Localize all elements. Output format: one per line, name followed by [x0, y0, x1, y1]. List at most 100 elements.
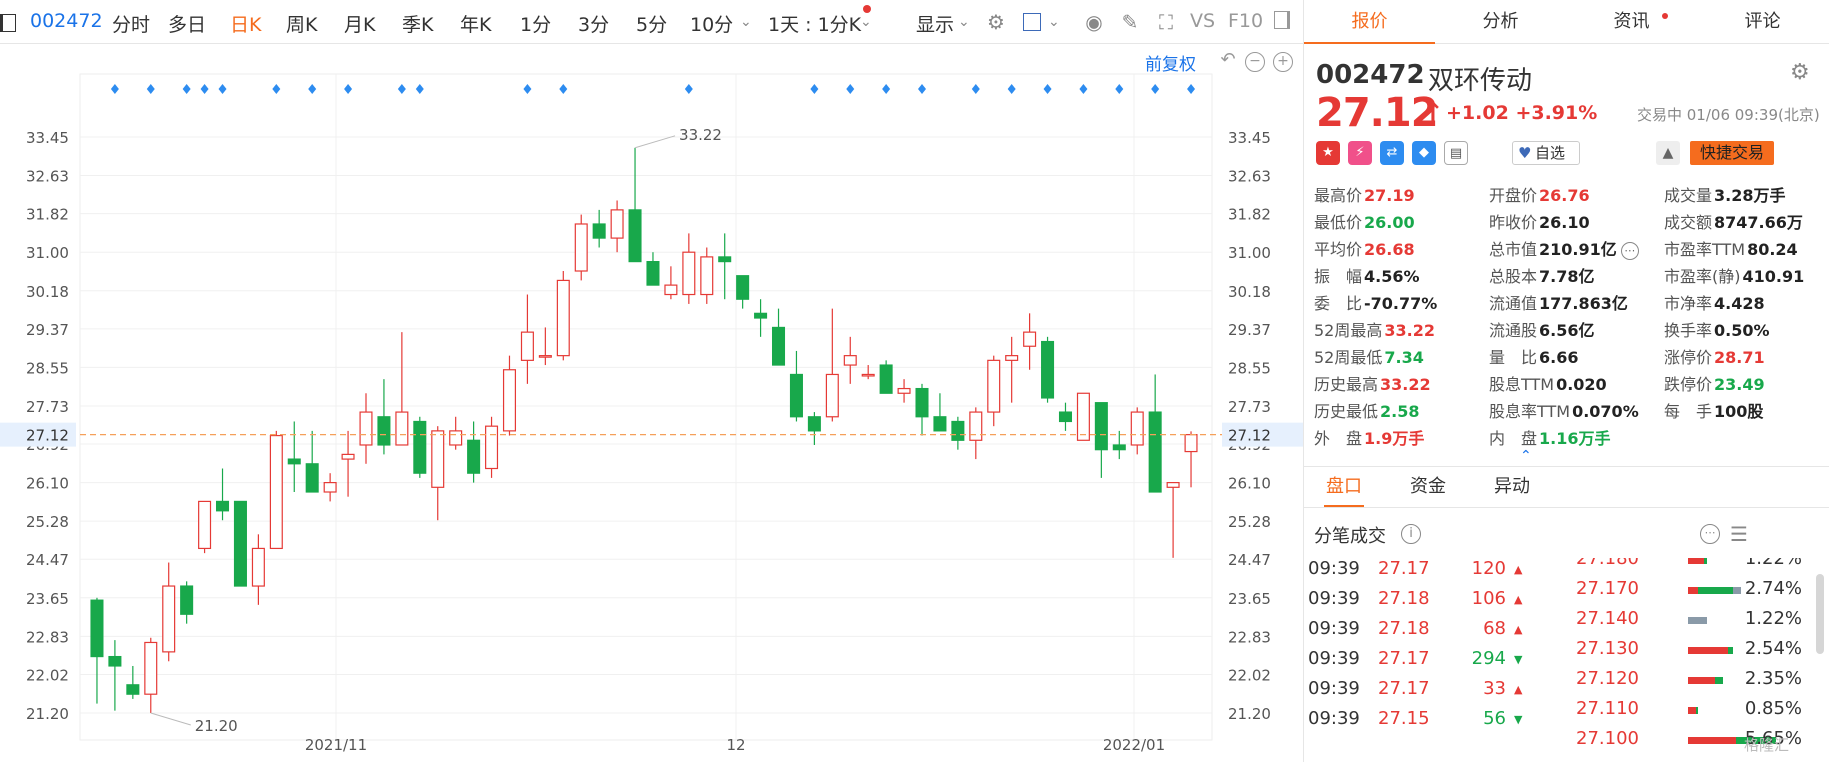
- candle-down: [90, 599, 104, 658]
- watermark-logo: 格隆汇: [1744, 736, 1790, 754]
- y-tick-label-left: 33.45: [26, 129, 69, 147]
- dist-bar: [1688, 558, 1708, 564]
- chevron-down-icon[interactable]: ⌄: [958, 14, 970, 30]
- y-tick-label-left: 22.83: [26, 628, 69, 646]
- chevron-down-icon[interactable]: ⌄: [860, 14, 872, 30]
- pencil-icon[interactable]: ✎: [1118, 10, 1142, 34]
- subtab-alerts[interactable]: 异动: [1494, 467, 1530, 507]
- settings-gear-icon[interactable]: ⚙: [984, 10, 1008, 34]
- candle-up: [987, 359, 1001, 413]
- stock-code-label[interactable]: 002472: [30, 10, 103, 32]
- tab-10min[interactable]: 10分: [690, 10, 733, 37]
- scrollbar[interactable]: [1816, 574, 1824, 654]
- candle-down: [1058, 411, 1073, 423]
- kline-chart[interactable]: 33.45 33.45 32.63 32.63 31.82 31.82 31.00 31.00…: [0, 44, 1303, 762]
- candle-up: [269, 434, 283, 550]
- stat-row: 振 幅 4.56% 总股本 7.78亿 市盈率(静) 410.91: [1314, 263, 1829, 287]
- stat-item: 成交量 3.28万手: [1664, 182, 1786, 206]
- stat-value: 28.71: [1714, 348, 1765, 367]
- change-value: +1.02: [1446, 102, 1509, 124]
- dist-bar-segment: [1688, 677, 1716, 684]
- stat-label: 历史最低: [1314, 402, 1379, 421]
- chart-type-icon[interactable]: [1020, 12, 1044, 36]
- lightning-icon[interactable]: ⚡: [1348, 141, 1372, 165]
- y-tick-label-right: 22.02: [1228, 666, 1271, 684]
- candle-up: [162, 585, 176, 653]
- subtab-capital[interactable]: 资金: [1410, 467, 1446, 507]
- stat-value: -70.77%: [1364, 294, 1438, 313]
- stat-value: 33.22: [1384, 321, 1435, 340]
- tab-daily-k[interactable]: 日K: [230, 10, 261, 37]
- x-tick-label: 2021/11: [305, 736, 367, 754]
- candle-down: [771, 326, 786, 366]
- info-icon[interactable]: i: [1401, 524, 1421, 544]
- kline-chart-area: 33.45 33.45 32.63 32.63 31.82 31.82 31.00 31.00…: [0, 44, 1303, 762]
- sidebar-toggle-icon[interactable]: [0, 14, 16, 32]
- stat-value: 0.50%: [1714, 321, 1770, 340]
- tab-quote[interactable]: 报价: [1304, 0, 1435, 44]
- tab-1min[interactable]: 1分: [520, 10, 551, 37]
- candle-down: [736, 275, 750, 300]
- collapse-caret-icon[interactable]: ⌃: [1520, 448, 1532, 464]
- dist-bar: [1688, 617, 1708, 624]
- tag-icon[interactable]: ◆: [1412, 141, 1436, 165]
- chevron-down-icon[interactable]: ⌄: [740, 14, 752, 30]
- tick-volume: 120: [1471, 558, 1506, 579]
- stat-value: 2.58: [1380, 402, 1420, 421]
- zoom-out-icon[interactable]: −: [1245, 52, 1265, 72]
- event-marker-icon: [1115, 84, 1124, 94]
- tab-yearly-k[interactable]: 年K: [460, 10, 491, 37]
- tab-monthly-k[interactable]: 月K: [344, 10, 375, 37]
- dist-bar: [1688, 707, 1698, 714]
- stat-value: 33.22: [1380, 375, 1431, 394]
- stat-row: 最高价 27.19 开盘价 26.76 成交量 3.28万手: [1314, 182, 1829, 206]
- zoom-in-icon[interactable]: +: [1273, 52, 1293, 72]
- compare-vs-button[interactable]: VS: [1190, 10, 1215, 32]
- tab-analysis[interactable]: 分析: [1435, 0, 1566, 44]
- fullscreen-icon[interactable]: ⛶: [1154, 10, 1178, 34]
- tab-weekly-k[interactable]: 周K: [286, 10, 317, 37]
- more-icon[interactable]: ⋯: [1700, 524, 1720, 544]
- note-icon[interactable]: ▤: [1444, 141, 1468, 165]
- y-tick-label-left: 30.18: [26, 283, 69, 301]
- display-menu[interactable]: 显示: [916, 10, 954, 37]
- y-tick-label-right: 29.37: [1228, 321, 1271, 339]
- camera-icon[interactable]: ◉: [1082, 10, 1106, 34]
- quick-trade-button[interactable]: 快捷交易: [1690, 141, 1774, 165]
- dist-bar-segment: [1688, 707, 1696, 714]
- panel-toggle-icon[interactable]: [1270, 10, 1294, 34]
- undo-icon[interactable]: ↶: [1218, 51, 1238, 72]
- tick-list[interactable]: 09:39 27.17 120 ▲ 27.180 1.22% 09:39 27.18 106 ▲ 2…: [1304, 558, 1814, 762]
- tab-3min[interactable]: 3分: [578, 10, 609, 37]
- y-tick-label-left: 28.55: [26, 359, 69, 377]
- candle-down: [933, 416, 947, 432]
- subtab-orderbook[interactable]: 盘口: [1324, 467, 1364, 507]
- y-tick-label-right: 22.83: [1228, 628, 1271, 646]
- event-marker-icon: [1079, 84, 1088, 94]
- tick-row: 27.100 5.65%: [1304, 728, 1814, 762]
- price-change: +1.02 +3.91%: [1446, 102, 1597, 124]
- shuffle-icon[interactable]: ⇄: [1380, 141, 1404, 165]
- tab-comments[interactable]: 评论: [1697, 0, 1828, 44]
- tab-news[interactable]: 资讯: [1566, 0, 1697, 44]
- list-icon[interactable]: ☰: [1730, 522, 1748, 546]
- add-watchlist-button[interactable]: ♥ 自选: [1512, 141, 1580, 165]
- bell-icon[interactable]: ▲: [1656, 141, 1680, 165]
- period-select[interactable]: 1天 : 1分K: [768, 10, 861, 37]
- tab-quarterly-k[interactable]: 季K: [402, 10, 433, 37]
- gear-icon[interactable]: ⚙: [1790, 60, 1810, 85]
- adjust-restore-button[interactable]: 前复权: [1145, 50, 1196, 75]
- dist-bar-segment: [1704, 558, 1708, 564]
- tab-multiday[interactable]: 多日: [168, 10, 206, 37]
- candle-up: [144, 641, 158, 695]
- more-icon[interactable]: ⋯: [1620, 241, 1639, 260]
- f10-button[interactable]: F10: [1228, 10, 1263, 32]
- candle-down: [1112, 444, 1126, 451]
- china-flag-icon: ★: [1316, 141, 1340, 165]
- stat-label: 委 比: [1314, 294, 1363, 313]
- tab-timeshare[interactable]: 分时: [112, 10, 150, 37]
- stat-value: 4.428: [1714, 294, 1765, 313]
- chevron-down-icon[interactable]: ⌄: [1048, 14, 1060, 30]
- tab-5min[interactable]: 5分: [636, 10, 667, 37]
- stat-label: 市盈率TTM: [1664, 240, 1746, 259]
